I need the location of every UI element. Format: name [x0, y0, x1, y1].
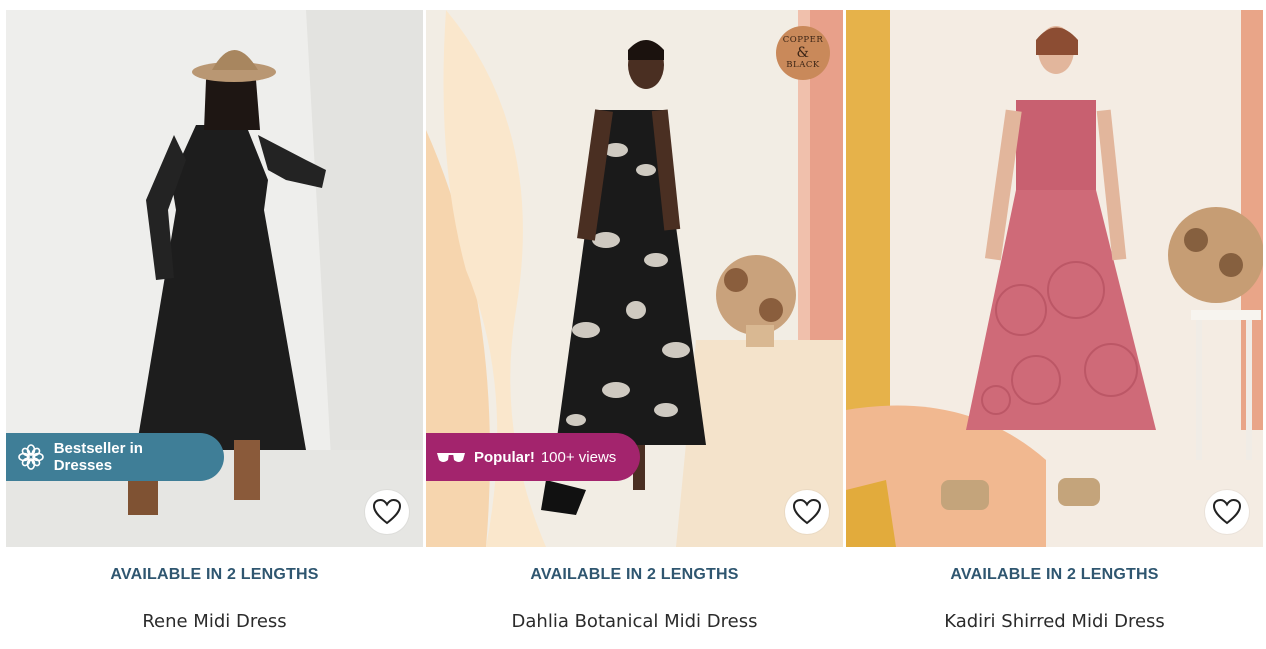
product-photo-rene[interactable]: Bestseller in Dresses [6, 10, 423, 547]
lengths-label: AVAILABLE IN 2 LENGTHS [950, 566, 1159, 583]
product-image [846, 10, 1263, 547]
product-name[interactable]: Dahlia Botanical Midi Dress [426, 611, 843, 632]
product-card-rene[interactable]: Bestseller in Dresses AVAILABLE IN 2 LEN… [6, 10, 423, 649]
badge-label: Popular! [474, 448, 535, 466]
product-photo-dahlia[interactable]: COPPER & BLACK Popular! 100+ views [426, 10, 843, 547]
swatch-bottom: BLACK [786, 60, 820, 70]
glasses-icon [436, 442, 466, 472]
favorite-button[interactable] [365, 490, 409, 534]
swatch-amp: & [796, 45, 810, 61]
product-name[interactable]: Rene Midi Dress [6, 611, 423, 632]
lengths-label: AVAILABLE IN 2 LENGTHS [110, 566, 319, 583]
product-name[interactable]: Kadiri Shirred Midi Dress [846, 611, 1263, 632]
product-card-dahlia[interactable]: COPPER & BLACK Popular! 100+ views AVAIL… [426, 10, 843, 649]
color-swatch[interactable]: COPPER & BLACK [776, 26, 830, 80]
favorite-button[interactable] [785, 490, 829, 534]
flower-icon [16, 442, 46, 472]
favorite-button[interactable] [1205, 490, 1249, 534]
heart-icon [372, 498, 402, 526]
heart-icon [792, 498, 822, 526]
product-grid: Bestseller in Dresses AVAILABLE IN 2 LEN… [0, 0, 1266, 649]
product-card-kadiri[interactable]: AVAILABLE IN 2 LENGTHS Kadiri Shirred Mi… [846, 10, 1263, 649]
heart-icon [1212, 498, 1242, 526]
product-photo-kadiri[interactable] [846, 10, 1263, 547]
lengths-label: AVAILABLE IN 2 LENGTHS [530, 566, 739, 583]
badge-extra: 100+ views [540, 448, 617, 466]
popular-badge: Popular! 100+ views [426, 433, 640, 481]
badge-label: Bestseller in Dresses [53, 440, 143, 474]
bestseller-badge: Bestseller in Dresses [6, 433, 224, 481]
